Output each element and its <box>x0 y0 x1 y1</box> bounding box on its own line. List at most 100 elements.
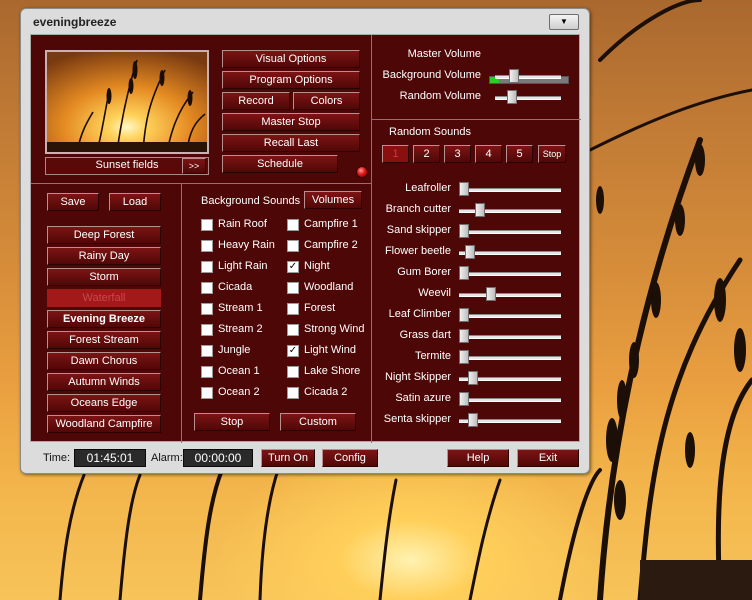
horizontal-divider-left <box>31 183 371 184</box>
random-sound-slider[interactable] <box>459 266 469 280</box>
random-sound-slider[interactable] <box>459 224 469 238</box>
sound-checkbox[interactable] <box>287 324 299 336</box>
sound-checkbox[interactable]: ✓ <box>287 345 299 357</box>
random-sound-track[interactable] <box>459 293 561 297</box>
random-sound-slider[interactable] <box>468 413 479 427</box>
random-sound-slider[interactable] <box>459 308 469 322</box>
visual-options-button[interactable]: Visual Options <box>222 50 360 68</box>
volumes-button[interactable]: Volumes <box>304 191 362 209</box>
random-sound-label: Sand skipper <box>386 224 451 236</box>
random-preset-button-1[interactable]: 1 <box>382 145 409 163</box>
random-sound-track[interactable] <box>459 272 561 276</box>
random-volume-label: Random Volume <box>399 90 481 102</box>
scene-item[interactable]: Woodland Campfire <box>47 415 161 433</box>
scene-item[interactable]: Dawn Chorus <box>47 352 161 370</box>
vertical-divider-right <box>371 35 372 443</box>
sound-checkbox[interactable] <box>287 219 299 231</box>
random-sound-label: Night Skipper <box>384 371 451 383</box>
sound-checkbox[interactable] <box>287 303 299 315</box>
sound-checkbox-label: Stream 2 <box>218 323 263 335</box>
random-sound-track[interactable] <box>459 335 561 339</box>
scene-item[interactable]: Evening Breeze <box>47 310 161 328</box>
background-volume-track[interactable] <box>495 75 561 79</box>
scene-item[interactable]: Deep Forest <box>47 226 161 244</box>
random-sound-label: Grass dart <box>399 329 451 341</box>
sound-checkbox[interactable] <box>201 324 213 336</box>
scene-item[interactable]: Oceans Edge <box>47 394 161 412</box>
random-sound-slider[interactable] <box>459 350 469 364</box>
colors-button[interactable]: Colors <box>293 92 360 110</box>
title-bar[interactable]: eveningbreeze ▼ <box>21 9 589 35</box>
schedule-button[interactable]: Schedule <box>222 155 338 173</box>
sound-checkbox[interactable] <box>201 345 213 357</box>
random-sound-slider[interactable] <box>485 287 496 301</box>
random-preset-button-2[interactable]: 2 <box>413 145 440 163</box>
random-sound-label: Leaf Climber <box>388 308 451 320</box>
sound-checkbox[interactable] <box>201 366 213 378</box>
random-volume-track[interactable] <box>495 96 561 100</box>
save-button[interactable]: Save <box>47 193 99 211</box>
master-stop-button[interactable]: Master Stop <box>222 113 360 131</box>
random-preset-button-4[interactable]: 4 <box>475 145 502 163</box>
background-sounds-title: Background Sounds <box>201 195 301 207</box>
random-sound-slider[interactable] <box>459 182 469 196</box>
random-sound-label: Weevil <box>418 287 451 299</box>
recall-last-button[interactable]: Recall Last <box>222 134 360 152</box>
random-sound-track[interactable] <box>459 188 561 192</box>
random-sound-slider[interactable] <box>459 392 469 406</box>
random-sound-track[interactable] <box>459 356 561 360</box>
turn-on-button[interactable]: Turn On <box>261 449 315 467</box>
background-stop-button[interactable]: Stop <box>194 413 270 431</box>
background-volume-slider[interactable] <box>509 69 519 83</box>
sound-checkbox[interactable] <box>287 282 299 294</box>
scene-item[interactable]: Forest Stream <box>47 331 161 349</box>
sound-checkbox[interactable] <box>287 366 299 378</box>
scene-item[interactable]: Rainy Day <box>47 247 161 265</box>
record-button[interactable]: Record <box>222 92 290 110</box>
sound-checkbox[interactable] <box>287 387 299 399</box>
sound-checkbox[interactable] <box>201 282 213 294</box>
sound-checkbox-label: Lake Shore <box>304 365 361 377</box>
custom-button[interactable]: Custom <box>280 413 356 431</box>
sound-checkbox[interactable] <box>201 219 213 231</box>
master-volume-label: Master Volume <box>407 48 481 60</box>
random-sound-slider[interactable] <box>464 245 475 259</box>
random-sound-slider[interactable] <box>474 203 485 217</box>
random-sound-label: Flower beetle <box>384 245 451 257</box>
sound-checkbox[interactable] <box>201 261 213 273</box>
help-button[interactable]: Help <box>447 449 509 467</box>
random-preset-button-5[interactable]: 5 <box>506 145 533 163</box>
random-sound-label: Branch cutter <box>385 203 451 215</box>
random-sound-track[interactable] <box>459 314 561 318</box>
program-options-button[interactable]: Program Options <box>222 71 360 89</box>
alarm-display[interactable]: 00:00:00 <box>183 449 253 467</box>
random-stop-button[interactable]: Stop <box>538 145 566 163</box>
alarm-label: Alarm: <box>151 452 183 464</box>
random-sounds-title: Random Sounds <box>389 126 471 138</box>
horizontal-divider-right <box>371 119 581 120</box>
random-preset-button-3[interactable]: 3 <box>444 145 471 163</box>
next-scene-button[interactable]: >> <box>182 158 206 174</box>
vertical-divider-mid <box>181 183 182 443</box>
sound-checkbox[interactable]: ✓ <box>287 261 299 273</box>
config-button[interactable]: Config <box>322 449 378 467</box>
schedule-led-indicator <box>356 166 368 178</box>
scene-item[interactable]: Storm <box>47 268 161 286</box>
scene-item[interactable]: Autumn Winds <box>47 373 161 391</box>
chevron-down-icon[interactable]: ▼ <box>549 14 579 30</box>
random-sound-slider[interactable] <box>459 329 469 343</box>
sound-checkbox-label: Cicada <box>218 281 253 293</box>
random-volume-slider[interactable] <box>507 90 518 104</box>
sound-checkbox[interactable] <box>287 240 299 252</box>
time-display: 01:45:01 <box>74 449 146 467</box>
sound-checkbox[interactable] <box>201 387 213 399</box>
background-volume-label: Background Volume <box>382 69 481 81</box>
exit-button[interactable]: Exit <box>517 449 579 467</box>
sound-checkbox[interactable] <box>201 303 213 315</box>
random-sound-slider[interactable] <box>468 371 479 385</box>
sound-checkbox[interactable] <box>201 240 213 252</box>
random-sound-track[interactable] <box>459 398 561 402</box>
random-sound-track[interactable] <box>459 230 561 234</box>
load-button[interactable]: Load <box>109 193 161 211</box>
scene-caption-bar: Sunset fields >> <box>45 157 209 175</box>
